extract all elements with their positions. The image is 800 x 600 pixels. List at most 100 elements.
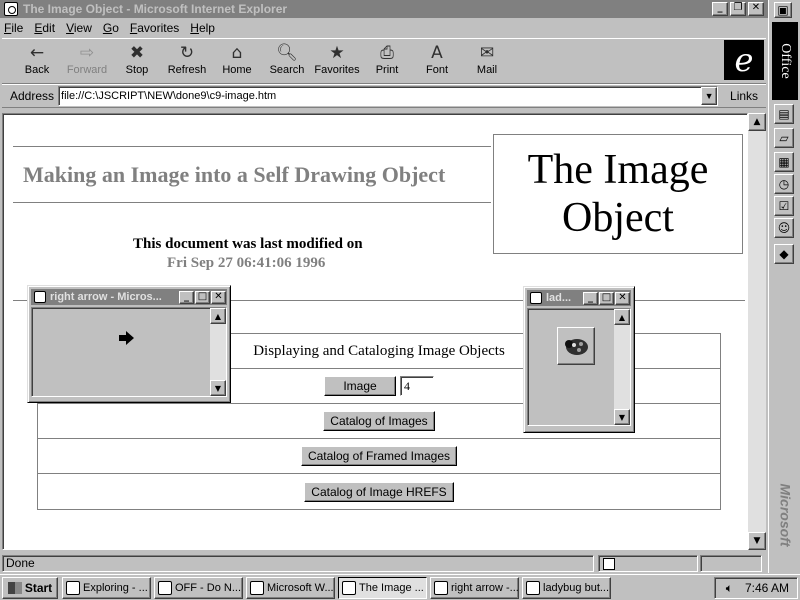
scroll-up-icon[interactable]: ▲ xyxy=(748,113,766,131)
taskbar-item-right-arrow[interactable]: right arrow -... xyxy=(430,576,519,599)
task-label: The Image ... xyxy=(359,581,424,594)
ie-icon xyxy=(526,580,540,595)
popup-scrollbar[interactable]: ▲ ▼ xyxy=(614,309,630,425)
appointment-icon[interactable]: ▦ xyxy=(774,152,794,172)
divider xyxy=(13,146,491,148)
taskbar-item-image-object[interactable]: The Image ... xyxy=(338,576,427,599)
clock[interactable]: 7:46 AM xyxy=(745,581,789,595)
minimize-button[interactable]: _ xyxy=(712,2,728,16)
address-dropdown-icon[interactable]: ▼ xyxy=(701,87,718,105)
close-button[interactable]: ✕ xyxy=(748,2,764,16)
font-button[interactable]: A Font xyxy=(412,39,462,83)
favorites-button[interactable]: ★ Favorites xyxy=(312,39,362,83)
stop-button[interactable]: ✖ Stop xyxy=(112,39,162,83)
minimize-button[interactable]: _ xyxy=(583,291,598,305)
explorer-icon xyxy=(66,580,80,595)
window-icon[interactable] xyxy=(530,292,542,304)
forward-button[interactable]: ⇨ Forward xyxy=(62,39,112,83)
system-tray: 🔈︎ 7:46 AM xyxy=(714,577,798,599)
ie-window-icon[interactable] xyxy=(4,2,18,16)
links-button[interactable]: Links xyxy=(730,89,758,103)
menu-view[interactable]: View xyxy=(66,21,92,35)
address-input[interactable]: file://C:\JSCRIPT\NEW\done9\c9-image.htm… xyxy=(58,86,719,106)
big-title: The Image Object xyxy=(493,134,743,254)
ladybug-button[interactable] xyxy=(557,327,595,365)
vertical-scrollbar[interactable]: ▲ ▼ xyxy=(748,113,766,550)
font-icon: A xyxy=(431,43,443,63)
open-document-icon[interactable]: ▱ xyxy=(774,128,794,148)
refresh-label: Refresh xyxy=(167,64,207,76)
print-button[interactable]: ⎙ Print xyxy=(362,39,412,83)
catalog-framed-images-button[interactable]: Catalog of Framed Images xyxy=(300,446,458,466)
taskbar: Start Exploring - ... OFF - Do N... Micr… xyxy=(0,574,800,600)
start-label: Start xyxy=(24,580,53,595)
catalog-image-hrefs-button[interactable]: Catalog of Image HREFS xyxy=(304,481,454,502)
stop-icon: ✖ xyxy=(129,43,145,63)
menu-edit[interactable]: Edit xyxy=(34,21,55,35)
office-menu-icon[interactable]: ▣ xyxy=(774,2,792,18)
status-pane xyxy=(700,554,762,572)
forward-arrow-icon: ⇨ xyxy=(79,43,95,63)
back-button[interactable]: ← Back xyxy=(12,39,62,83)
table-row: Catalog of Image HREFS xyxy=(38,474,720,509)
menu-go[interactable]: Go xyxy=(103,21,119,35)
menu-favorites[interactable]: Favorites xyxy=(130,21,179,35)
mail-label: Mail xyxy=(476,64,498,76)
mail-icon: ✉ xyxy=(479,43,495,63)
close-button[interactable]: ✕ xyxy=(615,291,630,305)
scroll-down-icon[interactable]: ▼ xyxy=(748,532,766,550)
task-icon[interactable]: ☑ xyxy=(774,196,794,216)
image-count-field[interactable]: 4 xyxy=(400,376,434,396)
back-arrow-icon: ← xyxy=(29,43,45,63)
ladybug-window[interactable]: lad... _ □ ✕ ▲ ▼ xyxy=(523,286,635,433)
refresh-icon: ↻ xyxy=(179,43,195,63)
taskbar-item-exploring[interactable]: Exploring - ... xyxy=(62,576,151,599)
restore-button[interactable]: ❐ xyxy=(730,2,746,16)
menu-help[interactable]: Help xyxy=(190,21,215,35)
scroll-down-icon[interactable]: ▼ xyxy=(210,380,226,396)
taskbar-item-word[interactable]: Microsoft W... xyxy=(246,576,335,599)
start-button[interactable]: Start xyxy=(2,576,58,599)
address-bar: Address file://C:\JSCRIPT\NEW\done9\c9-i… xyxy=(2,84,766,108)
zone-icon xyxy=(603,557,615,570)
scroll-up-icon[interactable]: ▲ xyxy=(210,308,226,324)
print-label: Print xyxy=(375,64,399,76)
back-label: Back xyxy=(24,64,50,76)
close-button[interactable]: ✕ xyxy=(211,290,226,304)
maximize-button[interactable]: □ xyxy=(195,290,210,304)
taskbar-item-off[interactable]: OFF - Do N... xyxy=(154,576,243,599)
windows-flag-icon xyxy=(7,581,22,594)
answer-wizard-icon[interactable]: ◆ xyxy=(774,244,794,264)
task-label: Exploring - ... xyxy=(83,581,148,594)
right-arrow-window[interactable]: right arrow - Micros... _ □ ✕ ▲ ▼ xyxy=(27,285,231,403)
taskbar-item-ladybug[interactable]: ladybug but... xyxy=(522,576,611,599)
mail-button[interactable]: ✉ Mail xyxy=(462,39,512,83)
new-document-icon[interactable]: ▤ xyxy=(774,104,794,124)
scroll-down-icon[interactable]: ▼ xyxy=(614,409,630,425)
minimize-button[interactable]: _ xyxy=(179,290,194,304)
contact-icon[interactable]: ☺ xyxy=(774,218,794,238)
address-label: Address xyxy=(10,89,55,103)
ladybug-title: lad... xyxy=(546,292,572,304)
popup-scrollbar[interactable]: ▲ ▼ xyxy=(210,308,226,396)
favorites-folder-icon: ★ xyxy=(329,43,345,63)
schedule-icon[interactable]: ◷ xyxy=(774,174,794,194)
toolbar: ← Back ⇨ Forward ✖ Stop ↻ Refresh ⌂ Home 🔍︎ Se… xyxy=(2,38,766,84)
home-button[interactable]: ⌂ Home xyxy=(212,39,262,83)
right-arrow-title: right arrow - Micros... xyxy=(50,291,162,303)
search-button[interactable]: 🔍︎ Search xyxy=(262,39,312,83)
window-icon[interactable] xyxy=(34,291,46,303)
scroll-up-icon[interactable]: ▲ xyxy=(614,309,630,325)
ladybug-title-bar[interactable]: lad... _ □ ✕ xyxy=(527,290,631,306)
image-button[interactable]: Image xyxy=(324,376,396,396)
catalog-images-button[interactable]: Catalog of Images xyxy=(323,411,435,431)
maximize-button[interactable]: □ xyxy=(599,291,614,305)
refresh-button[interactable]: ↻ Refresh xyxy=(162,39,212,83)
window-title-bar[interactable]: The Image Object - Microsoft Internet Ex… xyxy=(0,0,768,18)
office-logo[interactable]: Office xyxy=(772,22,798,100)
font-label: Font xyxy=(425,64,448,76)
speaker-icon[interactable]: 🔈︎ xyxy=(726,581,733,596)
menu-file[interactable]: File xyxy=(4,21,23,35)
right-arrow-title-bar[interactable]: right arrow - Micros... _ □ ✕ xyxy=(31,289,227,305)
home-label: Home xyxy=(222,64,252,76)
